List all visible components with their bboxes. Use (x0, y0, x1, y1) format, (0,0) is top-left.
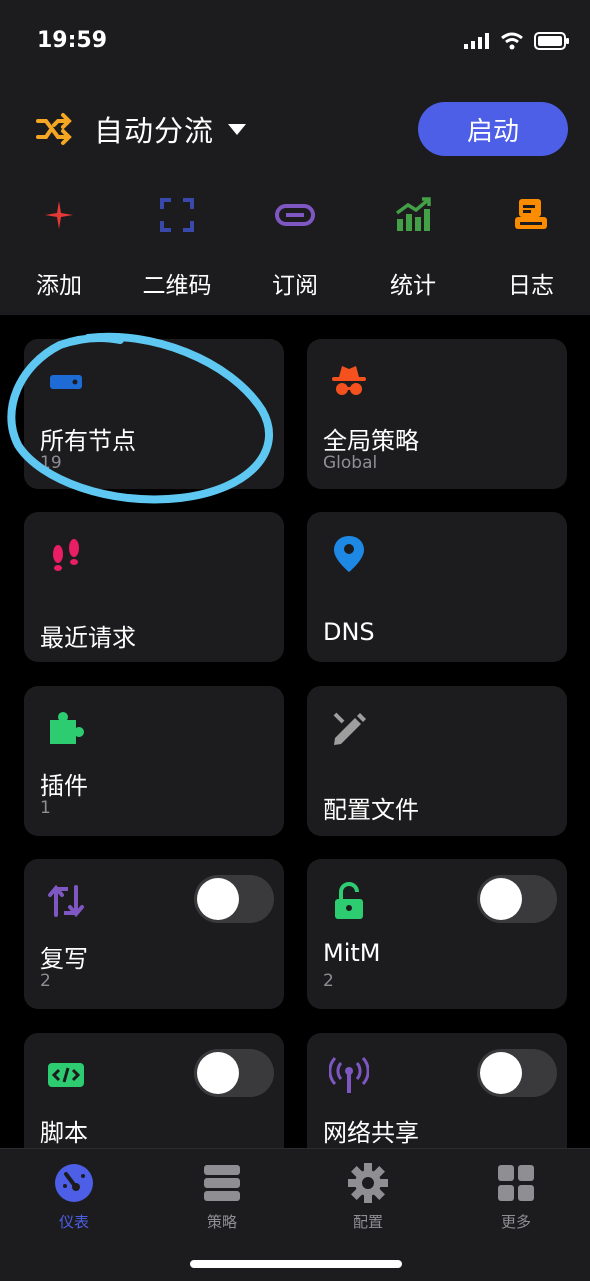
card-config-files[interactable]: 配置文件 (307, 686, 567, 836)
card-count: 2 (323, 971, 334, 991)
tab-label: 策略 (206, 1213, 237, 1231)
quick-action-add[interactable]: 添加 (0, 192, 118, 300)
card-title: 配置文件 (323, 796, 419, 824)
signal-icon (464, 33, 489, 49)
server-icon (204, 1165, 240, 1201)
grid-icon (498, 1165, 534, 1201)
log-icon (515, 199, 547, 229)
script-toggle[interactable] (194, 1049, 274, 1097)
repeat-icon (48, 884, 84, 918)
quick-action-stats[interactable]: 统计 (354, 192, 472, 300)
unlock-icon (335, 882, 363, 919)
broadcast-icon (329, 1056, 369, 1093)
mode-selector[interactable]: 自动分流 (34, 108, 247, 150)
quick-action-label: 添加 (36, 273, 82, 299)
edit-tools-icon (333, 712, 366, 745)
dashboard-icon (55, 1164, 93, 1202)
tab-config[interactable]: 配置 (318, 1161, 418, 1232)
wifi-icon (501, 32, 523, 50)
tab-label: 配置 (352, 1213, 383, 1231)
footprints-icon (53, 539, 79, 571)
card-title: 全局策略 (323, 427, 419, 455)
puzzle-icon (50, 712, 84, 744)
tab-dashboard[interactable]: 仪表 (24, 1161, 124, 1232)
tab-label: 更多 (500, 1213, 531, 1231)
chevron-down-icon (228, 123, 247, 135)
card-global-policy[interactable]: 全局策略 Global (307, 339, 567, 489)
card-count: 1 (40, 798, 51, 818)
link-icon (275, 204, 315, 226)
quick-action-subscribe[interactable]: 订阅 (236, 192, 354, 300)
card-recent-requests[interactable]: 最近请求 (24, 512, 284, 662)
qr-scan-icon (160, 198, 194, 232)
card-mitm[interactable]: MitM 2 (307, 859, 567, 1009)
quick-action-qrcode[interactable]: 二维码 (118, 192, 236, 300)
tab-more[interactable]: 更多 (466, 1161, 566, 1232)
quick-action-label: 二维码 (142, 273, 212, 299)
tab-label: 仪表 (58, 1213, 89, 1231)
shuffle-icon (36, 113, 72, 145)
card-title: 脚本 (40, 1119, 88, 1147)
card-dns[interactable]: DNS (307, 512, 567, 662)
plus-icon (45, 201, 73, 229)
code-icon (48, 1063, 84, 1087)
card-script[interactable]: 脚本 (24, 1033, 284, 1148)
header: 19:59 自动分流 启动 添加 二维码 订阅 统计 日志 (0, 0, 590, 315)
status-time: 19:59 (37, 28, 108, 53)
start-button[interactable]: 启动 (418, 102, 568, 156)
mode-label: 自动分流 (94, 114, 215, 148)
quick-action-log[interactable]: 日志 (472, 192, 590, 300)
card-rewrite[interactable]: 复写 2 (24, 859, 284, 1009)
network-share-toggle[interactable] (477, 1049, 557, 1097)
card-subtitle: Global (323, 453, 378, 473)
card-title: DNS (323, 618, 375, 646)
battery-icon (534, 32, 569, 50)
card-title: MitM (323, 939, 381, 967)
home-indicator[interactable] (190, 1260, 402, 1268)
tab-policy[interactable]: 策略 (172, 1161, 272, 1232)
quick-action-label: 日志 (508, 273, 554, 299)
card-title: 最近请求 (40, 624, 136, 652)
rewrite-toggle[interactable] (194, 875, 274, 923)
mitm-toggle[interactable] (477, 875, 557, 923)
node-icon (50, 375, 82, 389)
status-icons (464, 32, 570, 50)
card-count: 19 (40, 453, 62, 473)
chart-up-icon (395, 197, 431, 231)
card-title: 复写 (40, 945, 88, 973)
card-all-nodes[interactable]: 所有节点 19 (24, 339, 284, 489)
gear-icon (348, 1163, 388, 1203)
card-count: 2 (40, 971, 51, 991)
quick-action-label: 订阅 (272, 273, 318, 299)
location-pin-icon (334, 536, 364, 572)
quick-action-label: 统计 (390, 273, 436, 299)
card-title: 所有节点 (40, 427, 136, 455)
card-plugins[interactable]: 插件 1 (24, 686, 284, 836)
card-title: 插件 (40, 772, 88, 800)
card-title: 网络共享 (323, 1119, 419, 1147)
incognito-icon (332, 366, 366, 395)
card-network-share[interactable]: 网络共享 (307, 1033, 567, 1148)
